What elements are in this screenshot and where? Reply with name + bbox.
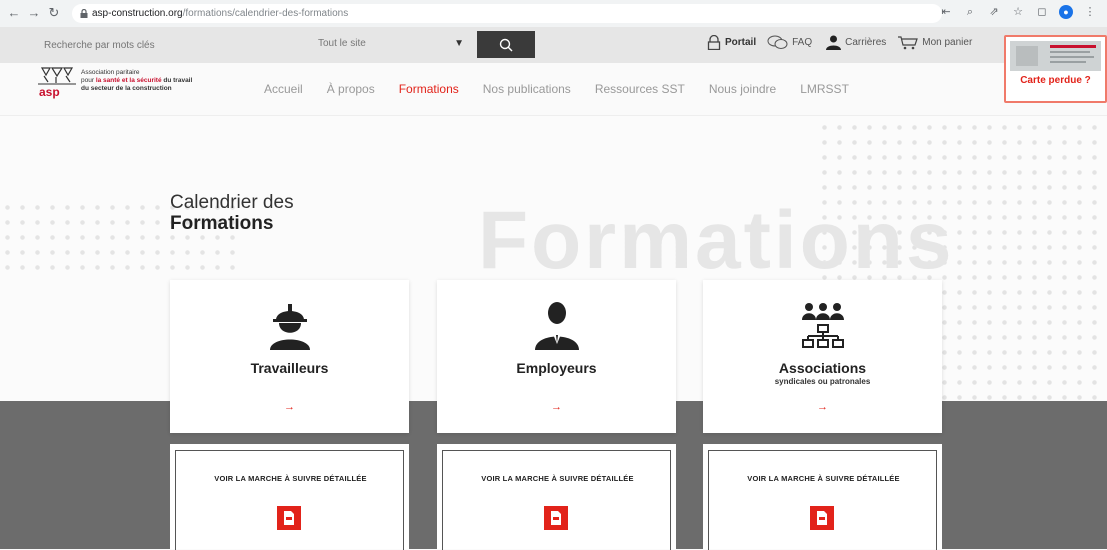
menu-dots-icon[interactable]: ⋮ (1083, 5, 1097, 19)
utility-bar: Tout le site ▼ Portail FAQ (0, 27, 1107, 63)
nav-item-ressources-sst[interactable]: Ressources SST (595, 82, 685, 96)
logo-line3: du secteur de la construction (81, 85, 172, 92)
carrieres-label: Carrières (845, 37, 887, 48)
profile-avatar-icon[interactable]: ● (1059, 5, 1073, 19)
category-card-travailleurs[interactable]: Travailleurs → (170, 280, 409, 433)
url-path: /formations/calendrier-des-formations (182, 8, 349, 19)
category-title: Associations (778, 360, 867, 376)
employer-suit-icon (534, 302, 579, 350)
nav-item-publications[interactable]: Nos publications (483, 82, 571, 96)
step-link-label[interactable]: VOIR LA MARCHE À SUIVRE DÉTAILLÉE (176, 474, 405, 483)
nav-item-a-propos[interactable]: À propos (327, 82, 375, 96)
associations-org-icon (801, 303, 844, 348)
logo-short-text: asp (39, 85, 60, 99)
logo-line1: Association paritaire (81, 69, 140, 76)
forward-icon[interactable]: → (26, 5, 42, 21)
logo-line2-red: la santé et la sécurité (95, 77, 162, 84)
step-link-label[interactable]: VOIR LA MARCHE À SUIVRE DÉTAILLÉE (709, 474, 938, 483)
main-navigation: asp Association paritaire pour la santé … (0, 63, 1107, 116)
search-icon (499, 38, 513, 51)
nav-item-formations[interactable]: Formations (399, 82, 459, 96)
page-title-line2: Formations (170, 213, 274, 234)
shopping-cart-icon (898, 36, 919, 50)
category-card-employeurs[interactable]: Employeurs → (437, 280, 676, 433)
logo-line2-pre: pour (81, 77, 96, 84)
translate-icon[interactable]: ⇗ (987, 5, 1001, 19)
logo-tagline: Association paritaire pour la santé et l… (81, 69, 192, 93)
logo-line2-post: du travail (161, 77, 193, 84)
asp-logo-mark-icon: asp (38, 67, 76, 99)
worker-helmet-icon (269, 304, 310, 350)
arrow-right-icon: → (817, 401, 828, 413)
search-scope-select[interactable]: Tout le site ▼ (318, 33, 470, 55)
attestation-card-image (1010, 41, 1101, 71)
search-button[interactable] (477, 31, 535, 58)
search-input[interactable] (42, 34, 304, 56)
step-link-label[interactable]: VOIR LA MARCHE À SUIVRE DÉTAILLÉE (443, 474, 672, 483)
category-subtitle: syndicales ou patronales (774, 377, 871, 386)
extensions-icon[interactable]: ◻ (1035, 5, 1049, 19)
faq-label: FAQ (792, 37, 813, 48)
portail-label: Portail (725, 37, 757, 48)
panier-link[interactable]: Mon panier (897, 35, 972, 50)
pdf-icon[interactable] (810, 506, 834, 530)
url-host: asp-construction.org (92, 8, 183, 19)
browser-chrome: ← → ↻ asp-construction.org/formations/ca… (0, 0, 1107, 28)
bookmark-star-icon[interactable]: ☆ (1011, 5, 1025, 19)
nav-item-nous-joindre[interactable]: Nous joindre (709, 82, 776, 96)
step-card-employeurs[interactable]: VOIR LA MARCHE À SUIVRE DÉTAILLÉE (437, 444, 676, 550)
step-card-travailleurs[interactable]: VOIR LA MARCHE À SUIVRE DÉTAILLÉE (170, 444, 409, 550)
pdf-icon[interactable] (277, 506, 301, 530)
panier-label: Mon panier (922, 37, 973, 48)
portail-link[interactable]: Portail (706, 35, 756, 50)
zoom-icon[interactable]: ⌕ (963, 5, 977, 19)
nav-item-lmrsst[interactable]: LMRSST (800, 82, 849, 96)
category-title: Employeurs (516, 360, 597, 376)
category-card-associations[interactable]: Associations syndicales ou patronales → (703, 280, 942, 433)
faq-link[interactable]: FAQ (767, 35, 812, 50)
pdf-icon[interactable] (544, 506, 568, 530)
lost-card-promo[interactable]: Carte perdue ? (1004, 35, 1107, 103)
person-icon (826, 35, 842, 50)
reload-icon[interactable]: ↻ (46, 5, 62, 21)
arrow-right-icon: → (284, 401, 295, 413)
nav-item-accueil[interactable]: Accueil (264, 82, 303, 96)
lost-card-label: Carte perdue ? (1020, 75, 1091, 86)
back-icon[interactable]: ← (6, 5, 22, 21)
chat-bubbles-icon (767, 35, 788, 49)
arrow-right-icon: → (551, 401, 562, 413)
search-scope-value: Tout le site (318, 38, 366, 49)
asp-logo[interactable]: asp (36, 66, 78, 102)
padlock-icon (707, 35, 721, 50)
category-title: Travailleurs (250, 360, 329, 376)
address-bar[interactable]: asp-construction.org/formations/calendri… (72, 4, 942, 23)
share-icon[interactable]: ⇤ (939, 5, 953, 19)
page-title-line1: Calendrier des (170, 192, 294, 213)
lock-icon (80, 9, 88, 18)
main-menu: Accueil À propos Formations Nos publicat… (264, 82, 873, 96)
chevron-down-icon: ▼ (454, 38, 464, 49)
formations-watermark: Formations (478, 195, 955, 286)
step-card-associations[interactable]: VOIR LA MARCHE À SUIVRE DÉTAILLÉE (703, 444, 942, 550)
page-title: Calendrier des Formations (170, 192, 294, 234)
carrieres-link[interactable]: Carrières (825, 35, 886, 50)
